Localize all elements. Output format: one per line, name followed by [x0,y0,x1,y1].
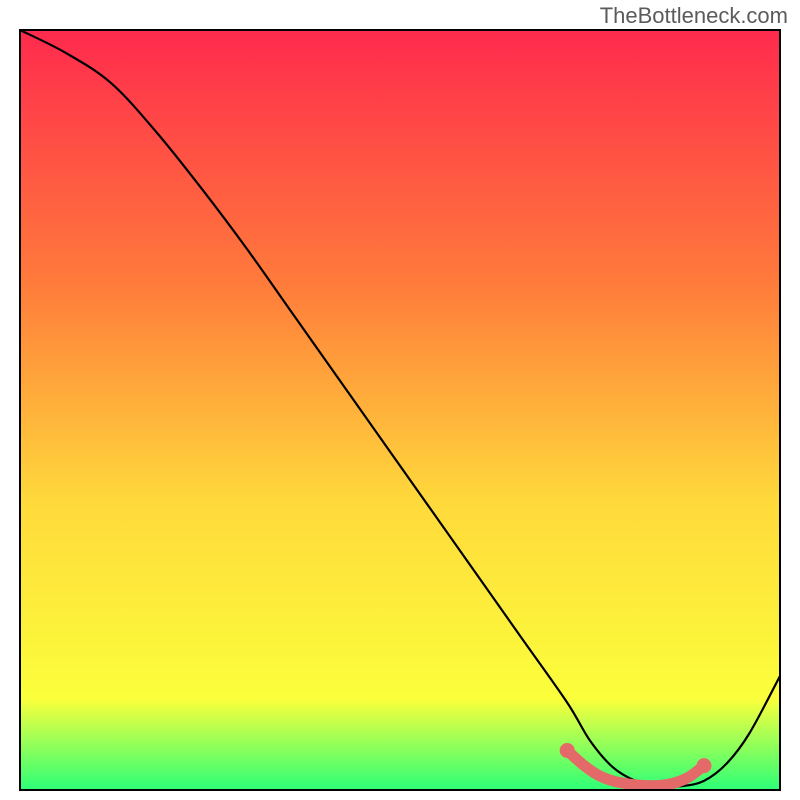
attribution-text: TheBottleneck.com [600,3,788,29]
highlight-marker-dot [560,743,575,758]
bottleneck-plot [0,0,800,800]
chart-container: { "attribution": "TheBottleneck.com", "c… [0,0,800,800]
highlight-marker-dot [697,758,712,773]
gradient-background [20,30,780,790]
